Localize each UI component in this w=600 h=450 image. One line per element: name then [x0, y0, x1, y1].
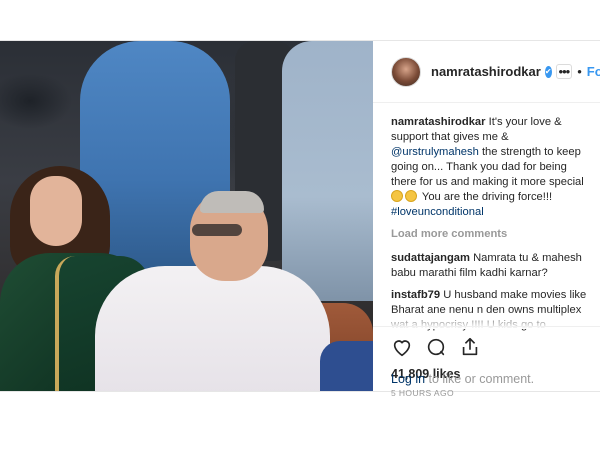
- login-prompt: Log in to like or comment.: [391, 372, 534, 386]
- smile-emoji-icon: [391, 190, 403, 202]
- action-icons: [391, 335, 600, 359]
- heart-icon[interactable]: [391, 336, 413, 358]
- post-actions: 41,809 likes 5 HOURS AGO: [373, 326, 600, 398]
- photo-figure: [95, 266, 330, 391]
- separator-dot: •: [577, 64, 582, 79]
- photo-figure: [30, 176, 82, 246]
- comments-list[interactable]: namratashirodkar It's your love & suppor…: [373, 103, 600, 333]
- post-timestamp: 5 HOURS AGO: [391, 388, 454, 398]
- load-more-comments-button[interactable]: Load more comments: [391, 227, 594, 242]
- photo-figure: [320, 341, 373, 391]
- follow-button[interactable]: Follow: [587, 64, 600, 79]
- avatar[interactable]: [391, 56, 421, 87]
- post-photo[interactable]: [0, 41, 373, 391]
- photo-figure: [282, 41, 373, 301]
- post-header: namratashirodkar ✔ ••• • Follow: [373, 41, 600, 103]
- smile-emoji-icon: [405, 190, 417, 202]
- comment-username[interactable]: sudattajangam: [391, 252, 470, 264]
- login-link[interactable]: Log in: [391, 372, 425, 386]
- caption: namratashirodkar It's your love & suppor…: [391, 115, 594, 220]
- share-icon[interactable]: [459, 336, 481, 358]
- caption-text: You are the driving force!!!: [419, 191, 553, 203]
- comment-icon[interactable]: [425, 336, 447, 358]
- header-username[interactable]: namratashirodkar: [431, 64, 541, 79]
- login-text: to like or comment.: [425, 372, 535, 386]
- caption-username[interactable]: namratashirodkar: [391, 116, 486, 128]
- more-options-icon[interactable]: •••: [555, 64, 573, 79]
- mention-link[interactable]: @urstrulymahesh: [391, 146, 479, 158]
- post-side-panel: namratashirodkar ✔ ••• • Follow namratas…: [373, 41, 600, 398]
- hashtag-link[interactable]: #loveunconditional: [391, 206, 484, 218]
- photo-figure: [192, 224, 242, 236]
- instagram-post: namratashirodkar ✔ ••• • Follow namratas…: [0, 40, 600, 398]
- list-item: sudattajangam Namrata tu & mahesh babu m…: [391, 251, 594, 281]
- verified-badge-icon: ✔: [544, 65, 552, 78]
- photo-figure: [200, 191, 264, 213]
- comment-username[interactable]: instafb79: [391, 289, 440, 301]
